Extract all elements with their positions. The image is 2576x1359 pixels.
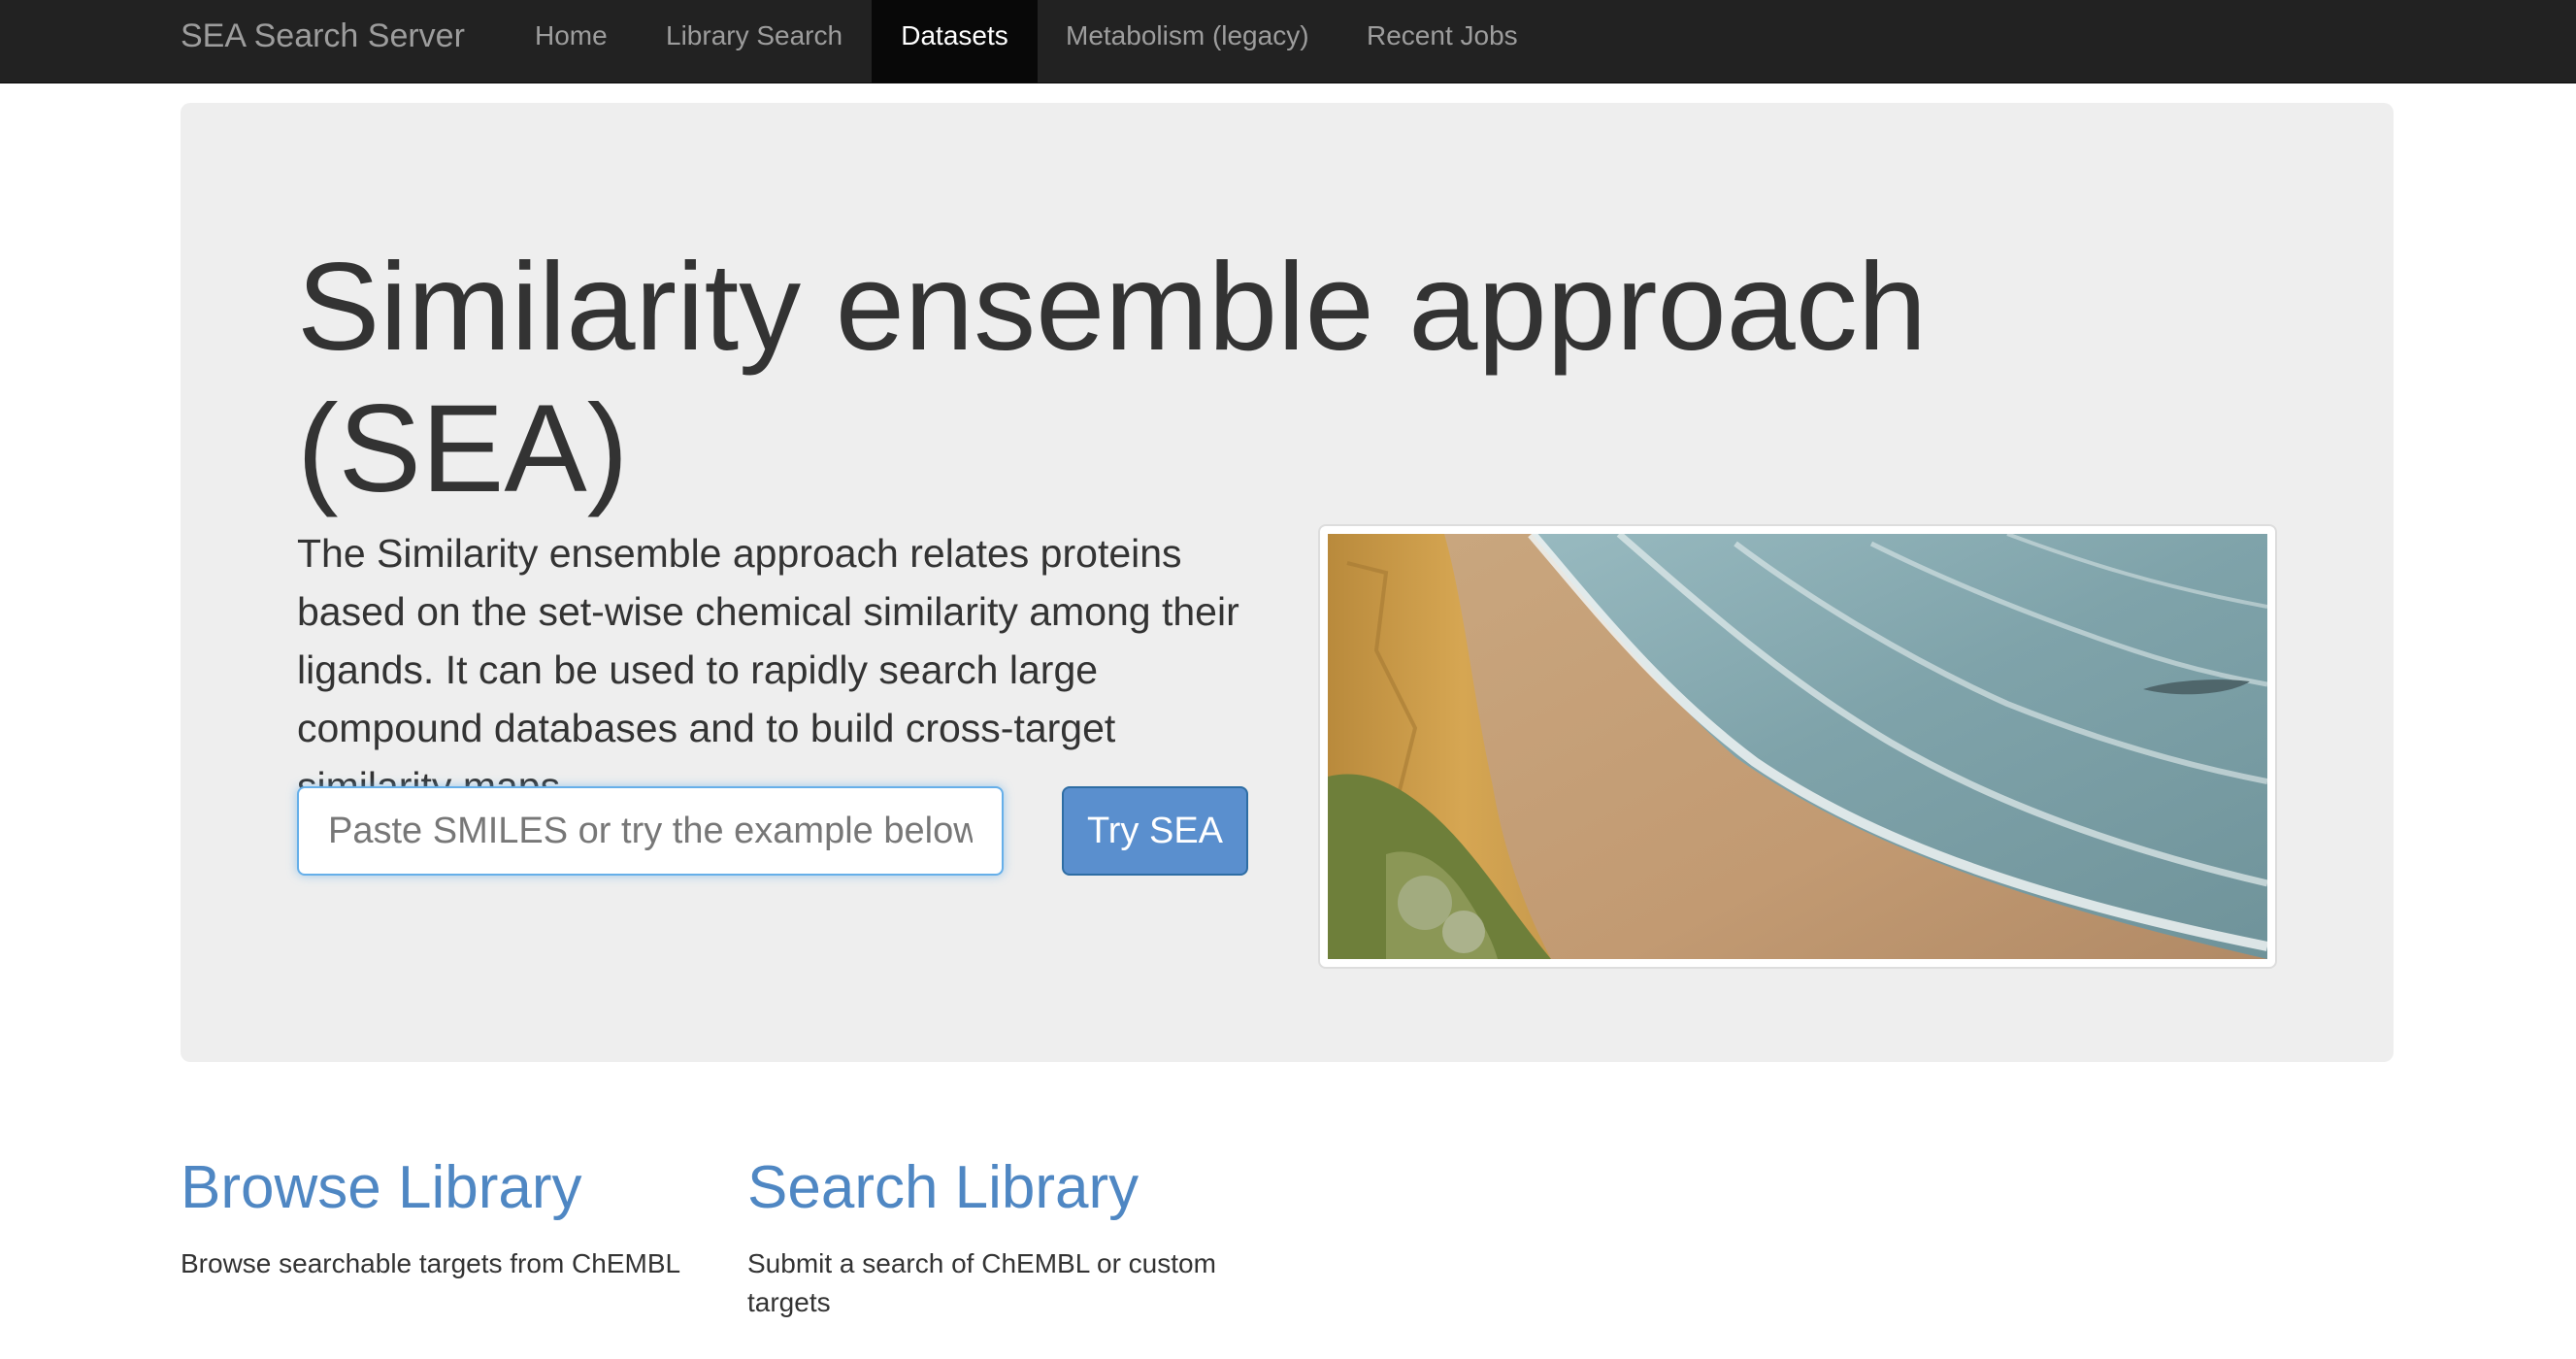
browse-library-description: Browse searchable targets from ChEMBL [181, 1248, 681, 1278]
browse-library-link[interactable]: Browse Library [181, 1153, 581, 1222]
nav-item-recent-jobs[interactable]: Recent Jobs [1367, 0, 1518, 83]
nav-item-datasets[interactable]: Datasets [872, 0, 1038, 83]
nav-item-library-search[interactable]: Library Search [666, 0, 842, 83]
nav-item-home[interactable]: Home [535, 0, 608, 83]
coastal-beach-image [1328, 534, 2267, 959]
hero-description: The Similarity ensemble approach relates… [297, 531, 1239, 809]
hero-image-thumbnail [1318, 524, 2277, 969]
page-title: Similarity ensemble approach (SEA) [297, 238, 1927, 518]
search-library-description: Submit a search of ChEMBL or custom targ… [747, 1248, 1216, 1317]
nav-item-metabolism-legacy[interactable]: Metabolism (legacy) [1066, 0, 1309, 83]
top-navbar: SEA Search Server Home Library Search Da… [0, 0, 2576, 83]
hero-jumbotron: Similarity ensemble approach (SEA) The S… [181, 103, 2394, 1062]
try-sea-button[interactable]: Try SEA [1062, 786, 1248, 876]
navbar-brand[interactable]: SEA Search Server [181, 0, 465, 83]
smiles-input[interactable] [297, 786, 1004, 876]
search-library-link[interactable]: Search Library [747, 1153, 1139, 1222]
